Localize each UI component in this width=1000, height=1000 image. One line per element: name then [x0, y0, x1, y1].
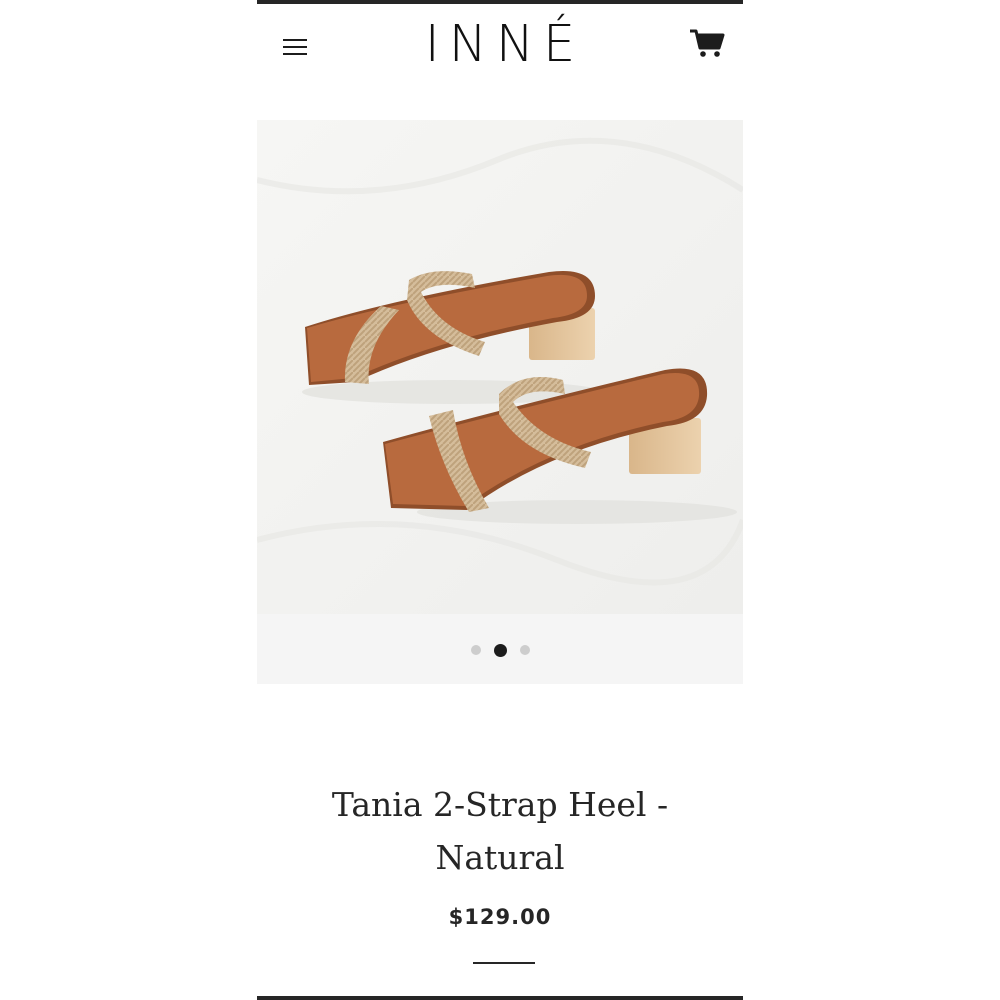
site-logo[interactable]: INNÉ — [257, 14, 743, 75]
divider — [473, 962, 535, 964]
gallery-pagination — [257, 643, 743, 657]
gallery-dot-3[interactable] — [519, 645, 530, 655]
bottom-border — [257, 996, 743, 1000]
product-title: Tania 2-Strap Heel - Natural — [331, 785, 669, 877]
site-header: INNÉ — [257, 4, 743, 88]
product-page: INNÉ Tania 2-Strap Heel - Natural $129.0… — [257, 0, 743, 1000]
gallery-dot-2[interactable] — [493, 643, 507, 657]
shopping-cart-icon[interactable] — [689, 26, 725, 58]
product-image — [257, 120, 743, 614]
gallery-dot-1[interactable] — [470, 645, 481, 655]
product-gallery[interactable] — [257, 120, 743, 684]
product-price: $129.00 — [448, 905, 552, 929]
